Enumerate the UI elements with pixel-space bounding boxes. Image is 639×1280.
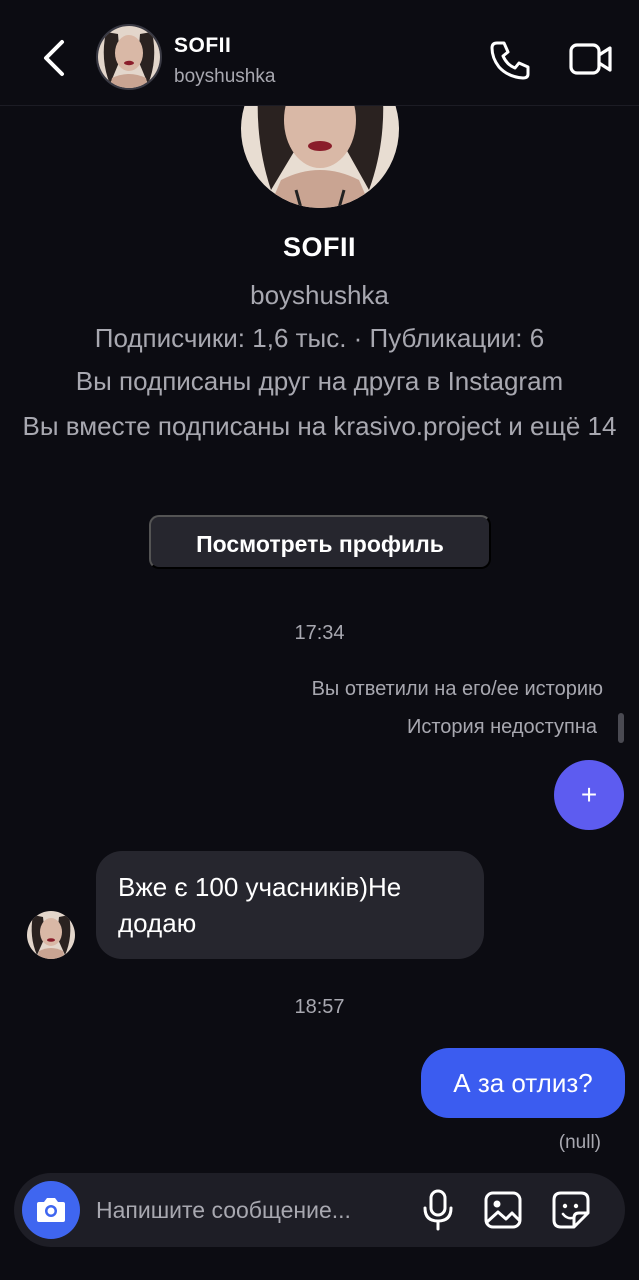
replied-story-label: Вы ответили на его/ее историю [311, 678, 603, 700]
camera-icon [37, 1198, 65, 1222]
chat-header: SOFII boyshushka [0, 0, 639, 106]
sender-avatar[interactable] [27, 911, 75, 959]
gallery-icon [484, 1191, 522, 1229]
message-input[interactable] [96, 1185, 406, 1235]
add-button[interactable]: + [554, 760, 624, 830]
outgoing-message[interactable]: А за отлиз? [421, 1048, 625, 1118]
view-profile-button[interactable]: Посмотреть профиль [149, 515, 491, 569]
story-unavailable-label: История недоступна [406, 716, 597, 738]
back-arrow-icon [44, 40, 64, 76]
back-button[interactable] [36, 34, 76, 82]
plus-icon: + [580, 779, 598, 810]
message-status: (null) [558, 1132, 601, 1153]
gallery-button[interactable] [482, 1189, 524, 1231]
profile-username: boyshushka [250, 280, 389, 310]
story-reply-bar [618, 713, 624, 743]
message-composer [14, 1173, 625, 1247]
voice-message-button[interactable] [418, 1187, 458, 1233]
call-button[interactable] [488, 38, 532, 82]
profile-name: SOFII [282, 232, 356, 262]
common-following-text: Вы вместе подписаны на krasivo.project и… [22, 411, 617, 441]
camera-button[interactable] [22, 1181, 80, 1239]
sticker-button[interactable] [550, 1189, 592, 1231]
phone-icon [490, 41, 530, 80]
video-camera-icon [569, 43, 612, 75]
microphone-icon [423, 1189, 453, 1231]
video-call-button[interactable] [568, 38, 614, 82]
mutual-follow-text: Вы подписаны друг на друга в Instagram [75, 366, 564, 396]
header-avatar[interactable] [96, 24, 162, 90]
incoming-message[interactable]: Вже є 100 учасників)Не додаю [96, 851, 484, 959]
timestamp: 18:57 [294, 996, 345, 1018]
header-username[interactable]: boyshushka [174, 66, 275, 88]
profile-stats: Подписчики: 1,6 тыс. · Публикации: 6 [94, 323, 545, 353]
timestamp: 17:34 [294, 622, 345, 644]
header-name[interactable]: SOFII [174, 34, 231, 58]
sticker-icon [552, 1191, 590, 1229]
